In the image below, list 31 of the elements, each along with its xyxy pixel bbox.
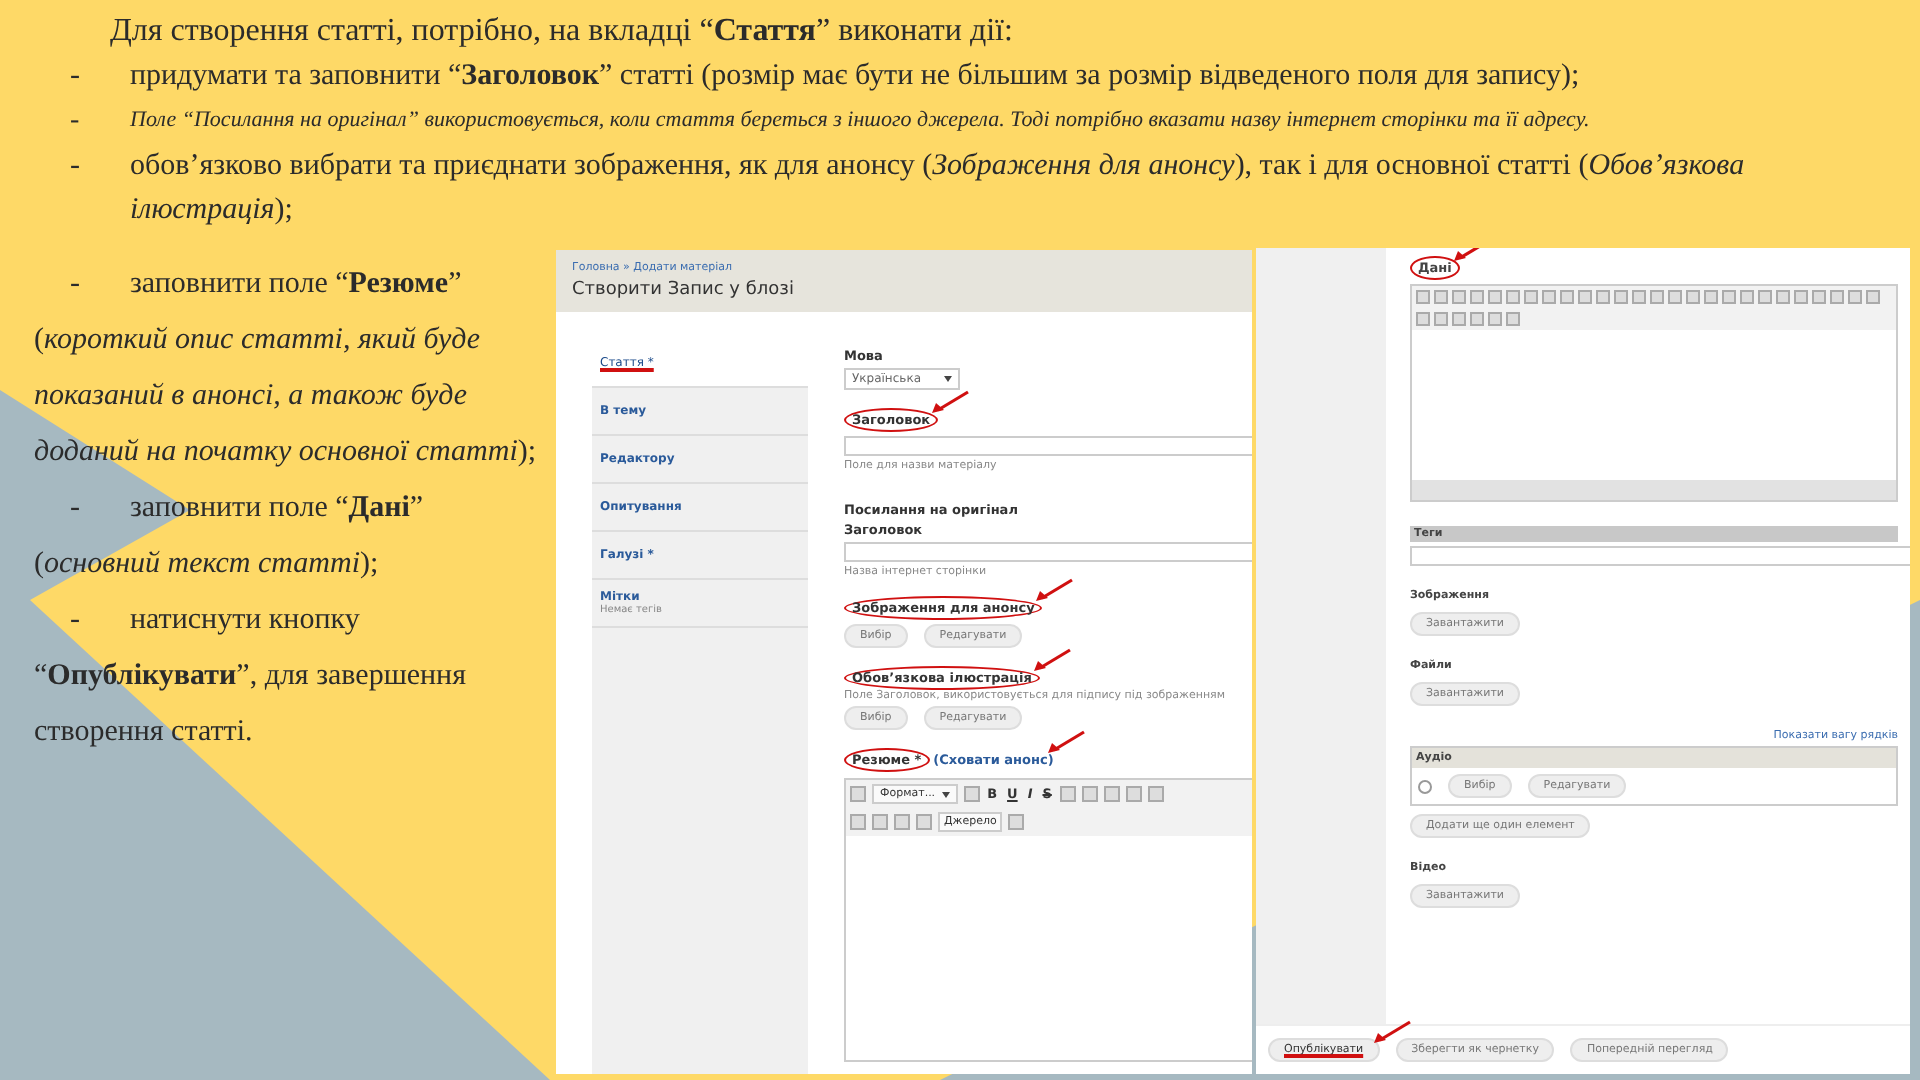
image-icon[interactable] xyxy=(1008,814,1025,830)
rich-text-editor[interactable] xyxy=(1410,284,1898,502)
text-field[interactable] xyxy=(844,542,1252,562)
fullscreen-icon[interactable] xyxy=(916,814,932,830)
caret-icon xyxy=(943,376,951,382)
text-color-icon[interactable] xyxy=(963,786,980,802)
bullet-text: заповнити поле “Резюме” xyxy=(130,266,462,304)
bullet-dash: - xyxy=(70,490,82,528)
arrow-annotation xyxy=(1371,1020,1412,1044)
bullet-text: заповнити поле “Дані” xyxy=(130,490,424,528)
text-field[interactable] xyxy=(844,436,1252,456)
arrow-annotation xyxy=(930,390,971,414)
bullet-dash: - xyxy=(70,602,82,640)
page-title: Створити Запис у блозі xyxy=(572,280,796,300)
note-text: (основний текст статті); xyxy=(34,546,381,584)
bullet-dash: - xyxy=(70,58,82,96)
bullet-dash: - xyxy=(70,266,82,304)
bullet-text: придумати та заповнити “Заголовок” статті (розмір має бути не більшим за розмір відведеного поля для запису); xyxy=(130,58,1580,96)
drag-handle-icon[interactable] xyxy=(1418,779,1432,793)
bullet-text: обов’язково вибрати та приєднати зображення, як для анонсу (Зображення для анонсу), так і для основної статті (Обов’язкова ілюстрація); xyxy=(130,148,1747,230)
bullet-dash: - xyxy=(70,148,82,186)
note-text: Поле “Посилання на оригінал” використовується, коли стаття береться з іншого джерела. Тоді потрібно вказати назву інтернет сторінки та її адресу. xyxy=(130,106,1590,136)
arrow-annotation xyxy=(1034,578,1075,602)
caret-icon xyxy=(941,791,950,797)
arrow-annotation xyxy=(1045,730,1086,754)
arrow-annotation xyxy=(1031,648,1072,672)
tags-field[interactable] xyxy=(1410,546,1910,566)
bullet-text: натиснути кнопку xyxy=(130,602,360,640)
bullet-dash: - xyxy=(70,104,82,138)
intro-text: Для створення статті, потрібно, на вкладці “Стаття” виконати дії: xyxy=(108,12,1015,52)
note-text: “Опублікувати”, для завершення створення статті. xyxy=(34,658,468,752)
